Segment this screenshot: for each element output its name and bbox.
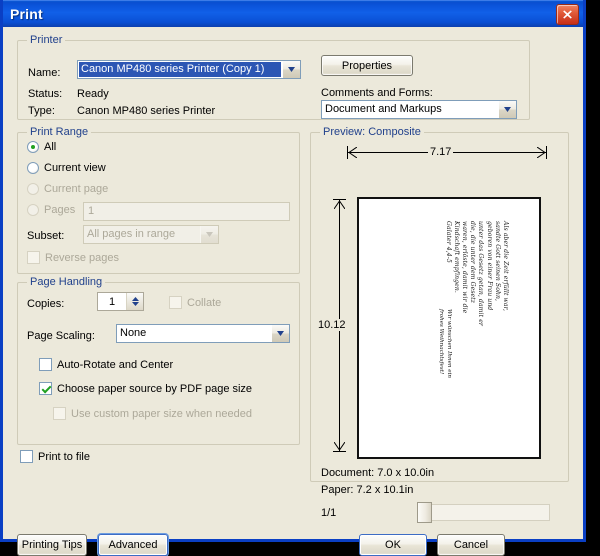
chevron-down-icon[interactable] <box>271 325 289 342</box>
copies-value: 1 <box>108 295 116 308</box>
printing-tips-button[interactable]: Printing Tips <box>17 534 87 556</box>
copies-stepper[interactable]: 1 <box>97 292 144 311</box>
checkbox-auto-rotate-box <box>39 358 52 371</box>
printer-type-label: Type: <box>28 105 55 117</box>
checkbox-print-to-file[interactable]: Print to file <box>20 450 90 463</box>
radio-pages-indicator <box>27 204 39 216</box>
chevron-down-icon[interactable] <box>282 61 300 78</box>
page-scaling-value: None <box>120 327 147 339</box>
radio-current-page: Current page <box>27 183 108 195</box>
chevron-down-icon[interactable] <box>498 101 516 118</box>
page-scaling-combo[interactable]: None <box>116 324 290 343</box>
page-handling-group-legend: Page Handling <box>27 276 106 288</box>
comments-and-forms-value: Document and Markups <box>325 103 442 115</box>
preview-group-legend: Preview: Composite <box>320 126 424 138</box>
preview-height-value: 10.12 <box>316 319 348 331</box>
advanced-button[interactable]: Advanced <box>98 534 168 556</box>
checkbox-use-custom-paper-size-box <box>53 407 66 420</box>
radio-current-page-label: Current page <box>44 183 109 195</box>
checkbox-collate: Collate <box>169 296 221 309</box>
comments-and-forms-combo[interactable]: Document and Markups <box>321 100 517 119</box>
printer-group-legend: Printer <box>27 34 66 46</box>
preview-height-tick-bottom <box>333 451 346 452</box>
page-counter: 1/1 <box>321 507 337 519</box>
checkbox-reverse-pages: Reverse pages <box>27 251 119 264</box>
title-bar: Print <box>3 0 583 27</box>
arrow-down-icon <box>334 442 345 451</box>
ok-button[interactable]: OK <box>359 534 427 556</box>
subset-combo: All pages in range <box>83 225 219 244</box>
page-preview-verse-text: Als aber die Zeit erfüllt war, sandte Go… <box>444 221 509 326</box>
radio-current-page-indicator <box>27 183 39 195</box>
checkbox-reverse-pages-label: Reverse pages <box>45 251 119 264</box>
checkbox-reverse-pages-box <box>27 251 40 264</box>
checkbox-choose-paper-source-box <box>39 382 52 395</box>
radio-current-view-indicator <box>27 162 39 174</box>
checkbox-use-custom-paper-size: Use custom paper size when needed <box>53 407 252 420</box>
preview-width-value: 7.17 <box>428 146 454 158</box>
document-size-info: Document: 7.0 x 10.0in <box>321 467 435 479</box>
print-dialog: Print Printer Name: Canon MP480 series P… <box>0 0 586 556</box>
printer-name-value: Canon MP480 series Printer (Copy 1) <box>79 62 281 77</box>
page-preview-sheet: Als aber die Zeit erfüllt war, sandte Go… <box>357 197 541 459</box>
copies-stepper-arrows[interactable] <box>126 293 143 310</box>
paper-size-info: Paper: 7.2 x 10.1in <box>321 484 414 496</box>
copies-label: Copies: <box>27 298 65 310</box>
printing-tips-button-label: Printing Tips <box>21 539 83 551</box>
properties-button[interactable]: Properties <box>321 55 413 76</box>
subset-label: Subset: <box>27 230 65 242</box>
page-scaling-label: Page Scaling: <box>27 330 95 342</box>
radio-all-indicator <box>27 141 39 153</box>
preview-width-tick-right <box>546 146 547 159</box>
window-title: Print <box>10 6 43 22</box>
checkbox-choose-paper-source[interactable]: Choose paper source by PDF page size <box>39 382 252 395</box>
checkbox-choose-paper-source-label: Choose paper source by PDF page size <box>57 382 253 395</box>
ok-button-label: OK <box>385 539 401 551</box>
close-icon[interactable] <box>556 4 579 25</box>
radio-all-label: All <box>44 141 57 153</box>
print-range-group-legend: Print Range <box>27 126 92 138</box>
printer-status-value: Ready <box>77 88 109 100</box>
checkbox-auto-rotate-label: Auto-Rotate and Center <box>57 358 174 371</box>
dialog-body: Printer Name: Canon MP480 series Printer… <box>3 27 583 556</box>
radio-pages: Pages <box>27 204 75 216</box>
printer-name-combo[interactable]: Canon MP480 series Printer (Copy 1) <box>77 60 301 79</box>
pages-input: 1 <box>83 202 290 221</box>
checkbox-collate-box <box>169 296 182 309</box>
arrow-right-icon <box>537 147 546 158</box>
cancel-button-label: Cancel <box>453 539 489 551</box>
properties-button-label: Properties <box>341 59 393 72</box>
checkbox-print-to-file-box <box>20 450 33 463</box>
comments-and-forms-label: Comments and Forms: <box>321 87 433 99</box>
checkbox-use-custom-paper-size-label: Use custom paper size when needed <box>71 407 252 420</box>
arrow-left-icon <box>348 147 357 158</box>
checkbox-print-to-file-label: Print to file <box>38 450 90 463</box>
advanced-button-label: Advanced <box>108 539 158 551</box>
preview-page-scroll-thumb[interactable] <box>417 502 432 523</box>
printer-status-label: Status: <box>28 88 63 100</box>
radio-pages-label: Pages <box>44 204 76 216</box>
checkbox-collate-label: Collate <box>187 296 222 309</box>
printer-type-value: Canon MP480 series Printer <box>77 105 216 117</box>
printer-name-label: Name: <box>28 67 61 79</box>
radio-all[interactable]: All <box>27 141 56 153</box>
preview-page-scrollbar[interactable] <box>417 502 550 523</box>
chevron-down-icon <box>200 226 218 243</box>
radio-current-view[interactable]: Current view <box>27 162 106 174</box>
radio-current-view-label: Current view <box>44 162 106 174</box>
arrow-up-icon <box>334 200 345 209</box>
page-preview-greeting-text: Wir wünschen Ihnen ein frohes Weihnachts… <box>438 309 452 378</box>
pages-input-value: 1 <box>88 205 95 217</box>
cancel-button[interactable]: Cancel <box>437 534 505 556</box>
checkbox-auto-rotate-and-center[interactable]: Auto-Rotate and Center <box>39 358 173 371</box>
subset-value: All pages in range <box>87 228 176 240</box>
